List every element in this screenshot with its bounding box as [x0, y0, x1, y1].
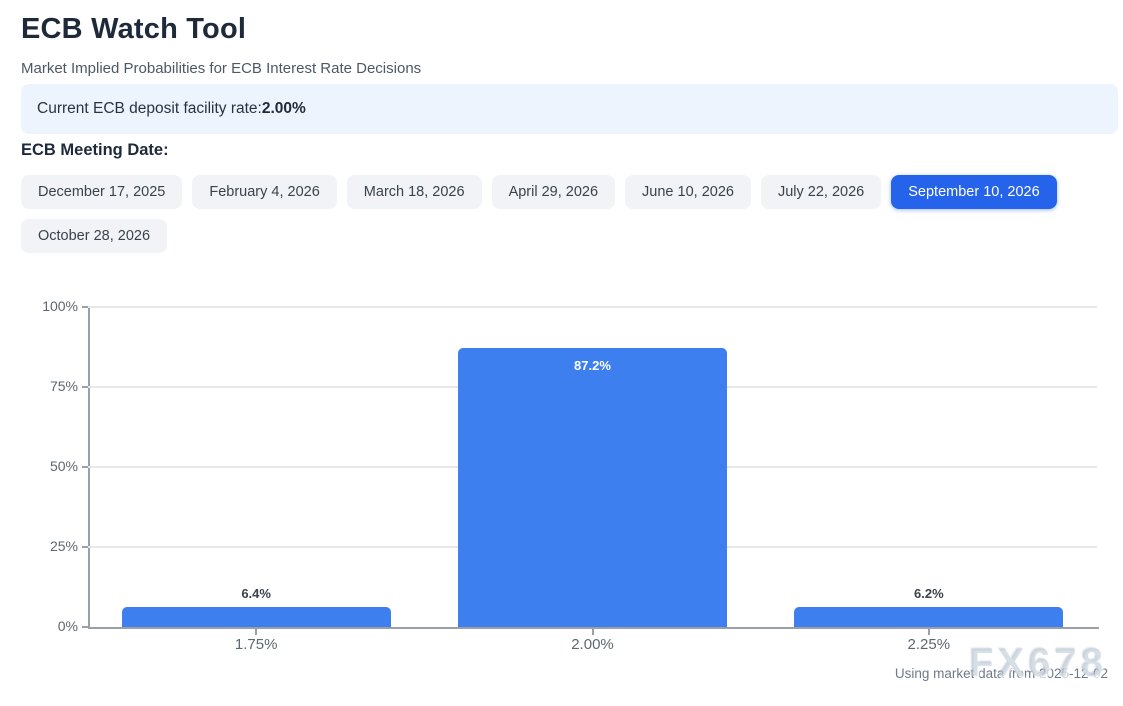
meeting-date-button[interactable]: July 22, 2026 [761, 175, 881, 209]
page-subtitle: Market Implied Probabilities for ECB Int… [21, 60, 421, 77]
bar-value-label: 6.4% [122, 586, 391, 601]
x-axis-tick-label: 2.00% [533, 636, 653, 653]
meeting-date-button[interactable]: March 18, 2026 [347, 175, 482, 209]
gridline [88, 466, 1097, 468]
chart-bar [458, 348, 727, 627]
y-axis-tick [82, 386, 88, 388]
x-axis-tick [592, 629, 594, 635]
x-axis-tick [255, 629, 257, 635]
gridline [88, 546, 1097, 548]
chart-bar [794, 607, 1063, 627]
page-title: ECB Watch Tool [21, 13, 246, 46]
x-axis-tick-label: 1.75% [196, 636, 316, 653]
gridline [88, 306, 1097, 308]
y-axis-tick-label: 100% [0, 298, 78, 314]
meeting-date-list: December 17, 2025 February 4, 2026 March 1… [21, 175, 1106, 253]
meeting-date-button[interactable]: June 10, 2026 [625, 175, 751, 209]
current-rate-value: 2.00% [262, 100, 306, 118]
meeting-date-button[interactable]: February 4, 2026 [192, 175, 336, 209]
bar-value-label: 6.2% [794, 586, 1063, 601]
y-axis-tick-label: 0% [0, 618, 78, 634]
y-axis-tick [82, 546, 88, 548]
meeting-date-button[interactable]: April 29, 2026 [492, 175, 615, 209]
x-axis-tick [928, 629, 930, 635]
meeting-date-button[interactable]: December 17, 2025 [21, 175, 182, 209]
chart-bar [122, 607, 391, 627]
meeting-date-label: ECB Meeting Date: [21, 141, 169, 160]
current-rate-banner: Current ECB deposit facility rate: 2.00% [21, 84, 1118, 134]
plot-area [88, 307, 1099, 629]
meeting-date-button[interactable]: October 28, 2026 [21, 219, 167, 253]
y-axis-tick-label: 75% [0, 378, 78, 394]
bar-value-label: 87.2% [458, 358, 727, 373]
current-rate-label: Current ECB deposit facility rate: [37, 100, 262, 118]
y-axis-tick-label: 50% [0, 458, 78, 474]
y-axis-tick [82, 306, 88, 308]
y-axis-tick-label: 25% [0, 538, 78, 554]
ecb-watch-tool-page: ECB Watch Tool Market Implied Probabilit… [0, 0, 1123, 706]
y-axis-tick [82, 466, 88, 468]
meeting-date-button[interactable]: September 10, 2026 [891, 175, 1056, 209]
gridline [88, 386, 1097, 388]
fx678-watermark: FX678 [969, 643, 1107, 683]
y-axis-tick [82, 626, 88, 628]
